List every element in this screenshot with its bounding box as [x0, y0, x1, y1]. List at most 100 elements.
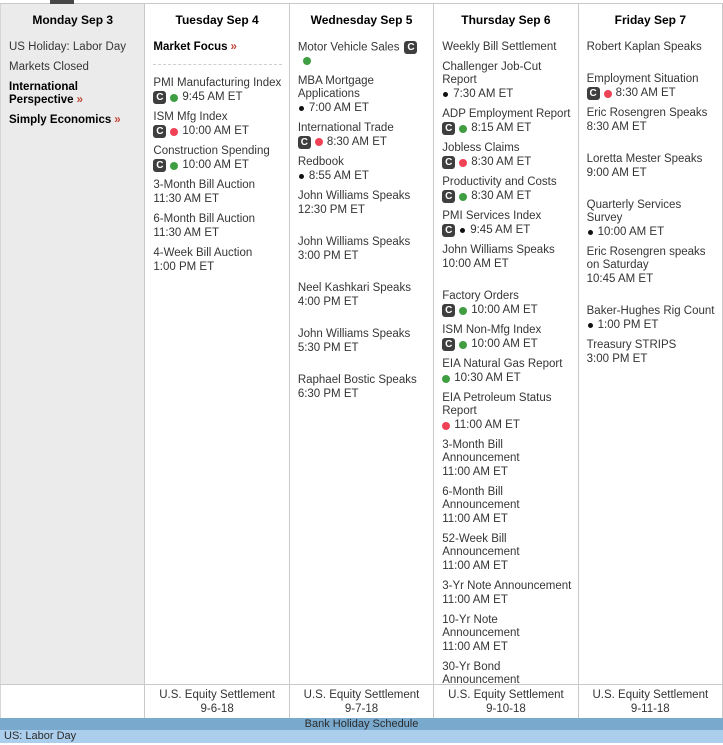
event-title[interactable]: John Williams Speaks — [442, 244, 554, 256]
green-dot-icon — [442, 374, 451, 383]
event-time: 7:00 AM ET — [308, 101, 369, 114]
equity-settlement-cell: U.S. Equity Settlement 9-11-18 — [579, 685, 723, 718]
event-title[interactable]: ISM Non-Mfg Index — [442, 324, 541, 336]
event-title-row: ISM Mfg Index — [153, 111, 283, 124]
event-title-row: 6-Month Bill Auction — [153, 213, 283, 226]
consensus-c-icon: C — [404, 41, 418, 54]
event-time-row: C 10:00 AM ET — [153, 159, 283, 172]
event-time-row: C 8:30 AM ET — [442, 156, 572, 169]
event-time-row: 11:30 AM ET — [153, 193, 283, 206]
event-title[interactable]: Neel Kashkari Speaks — [298, 282, 411, 294]
event-title[interactable]: Employment Situation — [587, 73, 699, 85]
event-time-row: 4:00 PM ET — [298, 296, 428, 309]
event-title[interactable]: 3-Month Bill Auction — [153, 179, 255, 191]
event-title[interactable]: 4-Week Bill Auction — [153, 247, 252, 259]
event-title[interactable]: Redbook — [298, 156, 344, 168]
event-time-row: 11:00 AM ET — [442, 513, 572, 526]
event-title[interactable]: Loretta Mester Speaks — [587, 153, 703, 165]
event-title[interactable]: EIA Petroleum Status Report — [442, 392, 551, 417]
red-dot-icon — [603, 89, 612, 98]
event-time: 3:00 PM ET — [586, 353, 648, 365]
event-title[interactable]: Raphael Bostic Speaks — [298, 374, 417, 386]
event-title[interactable]: 6-Month Bill Auction — [153, 213, 255, 225]
calendar-event: 3-Month Bill Announcement 11:00 AM ET — [442, 439, 572, 479]
event-time-row: 1:00 PM ET — [587, 319, 717, 332]
calendar-event: Weekly Bill Settlement — [442, 41, 572, 54]
event-title[interactable]: Eric Rosengren Speaks — [587, 107, 708, 119]
event-time-row: C 8:30 AM ET — [297, 135, 428, 149]
link-arrow-icon: » — [76, 94, 83, 106]
settlement-label: U.S. Equity Settlement — [159, 689, 275, 701]
event-time-row: 3:00 PM ET — [298, 250, 428, 263]
event-title[interactable]: John Williams Speaks — [298, 236, 410, 248]
calendar-event: 30-Yr Bond Announcement11:00 AM ET — [442, 661, 572, 684]
event-title[interactable]: Challenger Job-Cut Report — [442, 61, 541, 86]
event-title[interactable]: 30-Yr Bond Announcement — [442, 661, 519, 684]
event-title[interactable]: EIA Natural Gas Report — [442, 358, 562, 370]
event-title[interactable]: International Perspective — [9, 81, 78, 106]
settlement-label: U.S. Equity Settlement — [592, 689, 709, 701]
event-title[interactable]: Construction Spending — [153, 145, 269, 157]
event-time-row: C 9:45 AM ET — [153, 91, 283, 104]
event-title[interactable]: Jobless Claims — [442, 142, 519, 154]
event-time: 10:00 AM ET — [182, 125, 249, 137]
green-dot-icon — [459, 306, 468, 315]
event-time: 11:00 AM ET — [442, 466, 508, 478]
event-time-row: 5:30 PM ET — [298, 342, 428, 355]
event-title[interactable]: Productivity and Costs — [442, 176, 556, 188]
calendar-event: International Trade C 8:30 AM ET — [297, 122, 428, 149]
calendar-event: Market Focus» — [153, 41, 283, 54]
event-time: 10:00 AM ET — [442, 258, 509, 270]
bullet-dot-icon — [298, 105, 304, 111]
equity-settlement-cell: U.S. Equity Settlement 9-6-18 — [145, 685, 290, 718]
event-title-row: 3-Month Bill Auction — [153, 179, 283, 192]
event-title[interactable]: John Williams Speaks — [298, 328, 410, 340]
bank-holiday-schedule-bar: Bank Holiday Schedule — [0, 718, 723, 730]
event-title[interactable]: Simply Economics — [9, 114, 111, 126]
event-time: 1:00 PM ET — [153, 261, 215, 273]
event-title[interactable]: MBA Mortgage Applications — [298, 75, 374, 100]
event-title[interactable]: Market Focus — [153, 41, 227, 53]
event-time-row: 11:00 AM ET — [442, 419, 572, 432]
consensus-c-icon: C — [442, 224, 456, 237]
event-title[interactable]: Weekly Bill Settlement — [442, 41, 556, 53]
event-title[interactable]: 52-Week Bill Announcement — [442, 533, 519, 558]
bullet-dot-icon — [443, 92, 449, 97]
event-title[interactable]: Quarterly Services Survey — [587, 199, 682, 224]
event-title[interactable]: John Williams Speaks — [298, 190, 410, 202]
event-title[interactable]: Baker-Hughes Rig Count — [587, 305, 715, 317]
event-title-row: 10-Yr Note Announcement — [442, 614, 572, 640]
event-time: 5:30 PM ET — [297, 341, 359, 354]
event-title[interactable]: 6-Month Bill Announcement — [442, 486, 519, 511]
event-title[interactable]: PMI Manufacturing Index — [153, 77, 281, 89]
event-title[interactable]: 3-Yr Note Announcement — [442, 580, 571, 592]
calendar-event: John Williams Speaks 12:30 PM ET — [298, 190, 428, 217]
event-title[interactable]: PMI Services Index — [442, 210, 541, 222]
event-title-row: John Williams Speaks — [298, 190, 428, 203]
event-title[interactable]: Factory Orders — [442, 290, 519, 302]
calendar-event: ADP Employment Report C 8:15 AM ET — [442, 108, 572, 135]
red-dot-icon — [170, 127, 179, 136]
event-title[interactable]: ISM Mfg Index — [153, 111, 227, 123]
event-title[interactable]: ADP Employment Report — [442, 108, 570, 120]
event-time: 8:30 AM ET — [471, 190, 532, 202]
event-time: 7:30 AM ET — [453, 88, 514, 100]
event-title[interactable]: Eric Rosengren speaks on Saturday — [587, 246, 706, 271]
event-title-row: 3-Yr Note Announcement — [442, 580, 572, 593]
day-header: Monday Sep 3 — [32, 13, 114, 27]
bullet-dot-icon — [298, 173, 304, 179]
calendar-event: Productivity and Costs C 8:30 AM ET — [442, 176, 572, 203]
settlement-date: 9-10-18 — [486, 703, 526, 715]
calendar-event: 10-Yr Note Announcement 11:00 AM ET — [442, 614, 572, 654]
event-title[interactable]: International Trade — [298, 122, 394, 134]
calendar-event: MBA Mortgage Applications 7:00 AM ET — [298, 75, 428, 115]
event-title-row: Motor Vehicle Sales C — [298, 41, 428, 68]
event-title[interactable]: Robert Kaplan Speaks — [587, 41, 702, 53]
event-title[interactable]: Treasury STRIPS — [587, 339, 677, 351]
event-title[interactable]: Motor Vehicle Sales — [298, 42, 400, 54]
green-dot-icon — [459, 124, 468, 133]
calendar-event: Quarterly Services Survey 10:00 AM ET — [587, 199, 717, 239]
event-title[interactable]: 10-Yr Note Announcement — [442, 614, 519, 639]
event-title[interactable]: 3-Month Bill Announcement — [442, 439, 519, 464]
event-time: 11:00 AM ET — [454, 419, 520, 431]
